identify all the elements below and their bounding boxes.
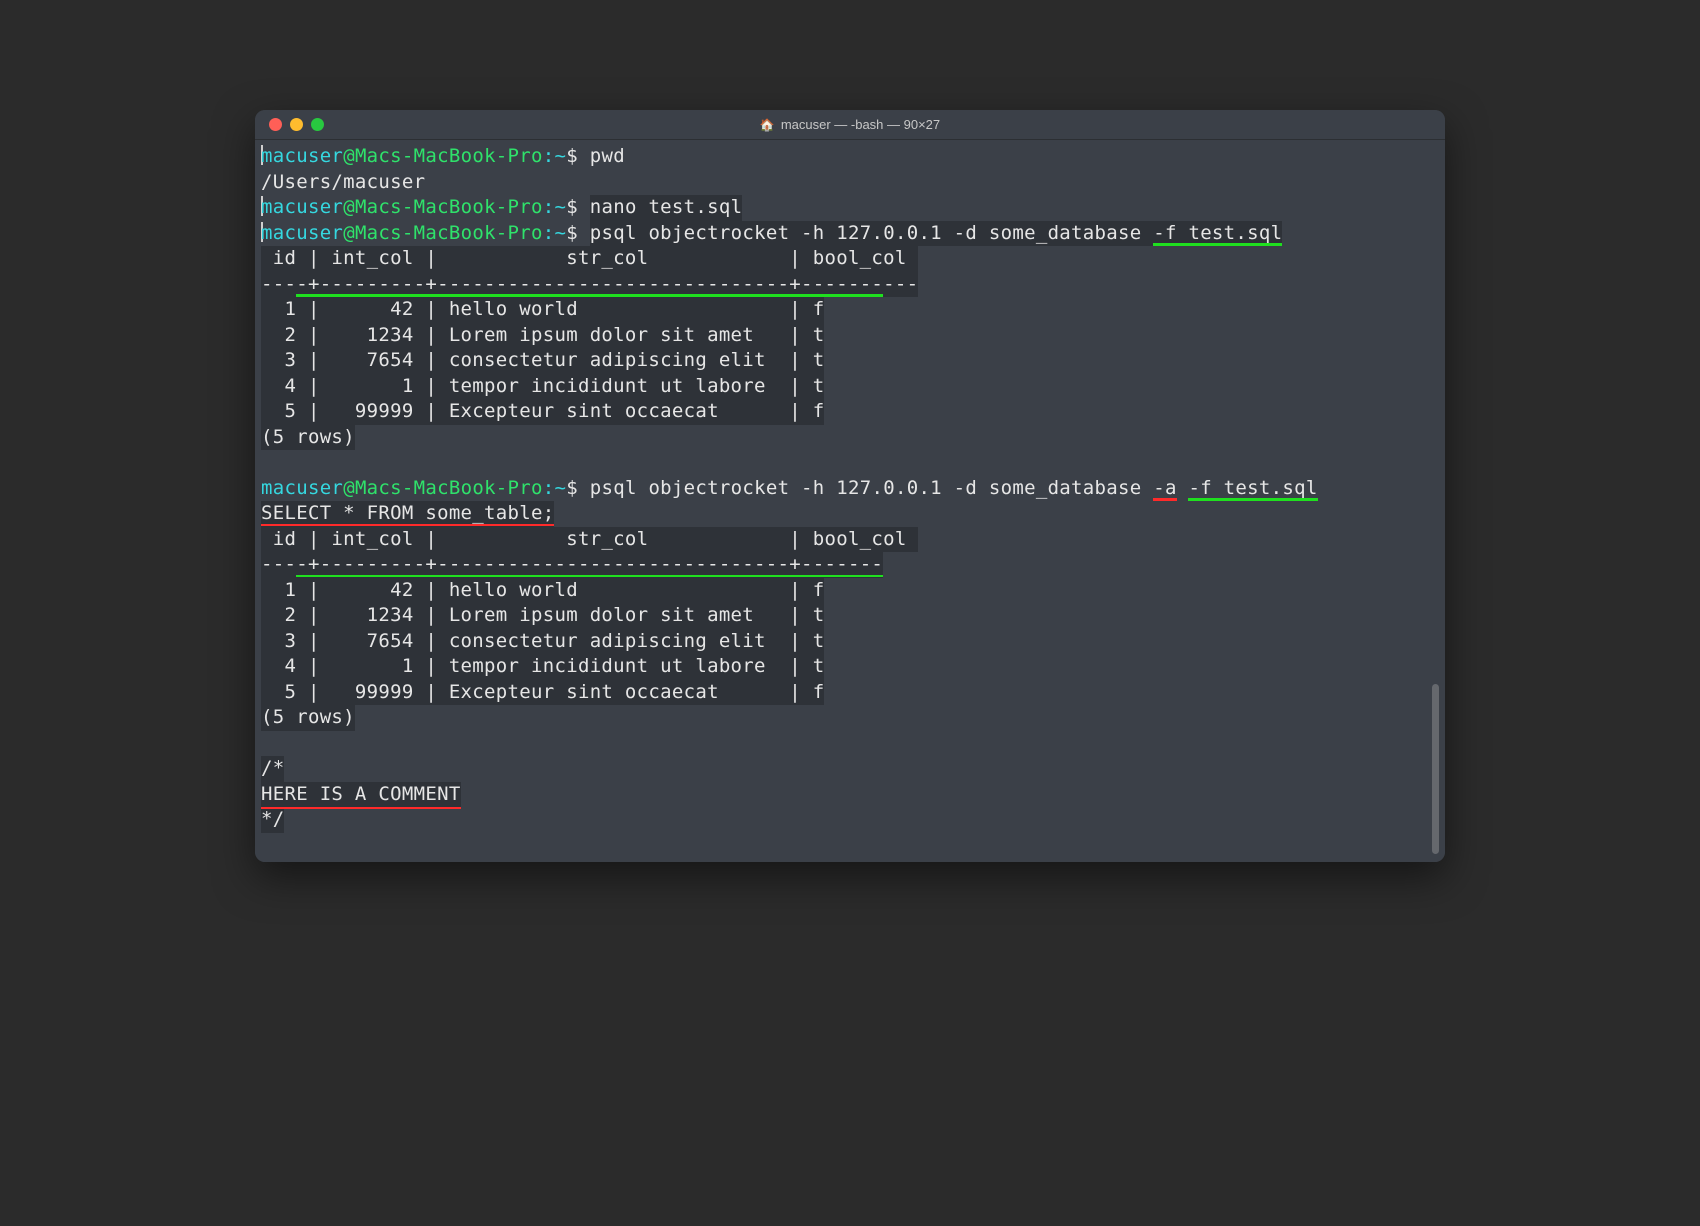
close-icon[interactable] [269,118,282,131]
prompt-user: macuser [261,222,343,244]
prompt-at: @ [343,477,355,499]
terminal-window: 🏠 macuser — -bash — 90×27 macuser@Macs-M… [255,110,1445,862]
psql2-pre: psql objectrocket -h 127.0.0.1 -d some_d… [590,477,1153,499]
table-row: 5 | 99999 | Excepteur sint occaecat | f [261,680,824,706]
cmd-psql2: psql objectrocket -h 127.0.0.1 -d some_d… [590,477,1318,499]
prompt-path: ~ [555,477,567,499]
pwd-output: /Users/macuser [261,171,425,193]
table-row: 3 | 7654 | consectetur adipiscing elit |… [261,629,824,655]
table-rule: ----+---------+-------------------------… [261,272,918,298]
select-stmt-text: SELECT * FROM some_table; [261,502,554,524]
prompt-dollar: $ [566,222,589,244]
rule-pre: --- [261,273,296,295]
zoom-icon[interactable] [311,118,324,131]
rule-mid: -+---------+----------------------------… [296,553,883,575]
prompt-dollar: $ [566,196,589,218]
psql1-flag-f: -f test.sql [1153,222,1282,244]
rows-footer: (5 rows) [261,425,355,451]
table-row: 2 | 1234 | Lorem ipsum dolor sit amet | … [261,323,824,349]
table-row: 4 | 1 | tempor incididunt ut labore | t [261,654,824,680]
prompt-user: macuser [261,196,343,218]
prompt-user: macuser [261,477,343,499]
minimize-icon[interactable] [290,118,303,131]
comment-close: */ [261,807,284,833]
home-icon: 🏠 [760,118,775,132]
terminal-body[interactable]: macuser@Macs-MacBook-Pro:~$ pwd /Users/m… [255,140,1445,862]
prompt-path: ~ [555,145,567,167]
table-row: 1 | 42 | hello world | f [261,297,824,323]
psql1-pre: psql objectrocket -h 127.0.0.1 -d some_d… [590,222,1153,244]
window-title-text: macuser — -bash — 90×27 [781,117,940,132]
prompt-path: ~ [555,196,567,218]
prompt-colon: : [543,145,555,167]
prompt-host: Macs-MacBook-Pro [355,196,543,218]
prompt-path: ~ [555,222,567,244]
titlebar[interactable]: 🏠 macuser — -bash — 90×27 [255,110,1445,140]
comment-body: HERE IS A COMMENT [261,782,461,808]
window-title: 🏠 macuser — -bash — 90×27 [255,117,1445,132]
psql2-flag-f: -f test.sql [1188,477,1317,499]
cmd-pwd: pwd [590,145,625,167]
table-row: 1 | 42 | hello world | f [261,578,824,604]
cmd-psql1: psql objectrocket -h 127.0.0.1 -d some_d… [590,221,1283,247]
prompt-host: Macs-MacBook-Pro [355,477,543,499]
table-header: id | int_col | str_col | bool_col [261,246,918,272]
comment-open: /* [261,756,284,782]
prompt-at: @ [343,222,355,244]
cmd-nano: nano test.sql [590,195,743,221]
table-row: 4 | 1 | tempor incididunt ut labore | t [261,374,824,400]
rule-pre: --- [261,553,296,575]
prompt-colon: : [543,477,555,499]
prompt-host: Macs-MacBook-Pro [355,222,543,244]
prompt-host: Macs-MacBook-Pro [355,145,543,167]
table-rule: ----+---------+-------------------------… [261,552,883,578]
psql2-space [1177,477,1189,499]
traffic-lights [255,118,324,131]
prompt-at: @ [343,196,355,218]
psql2-flag-a: -a [1153,477,1176,499]
prompt-dollar: $ [566,145,589,167]
table-header: id | int_col | str_col | bool_col [261,527,918,553]
rows-footer: (5 rows) [261,705,355,731]
prompt-at: @ [343,145,355,167]
scrollbar[interactable] [1428,175,1443,854]
prompt-dollar: $ [566,477,589,499]
prompt-colon: : [543,222,555,244]
prompt-colon: : [543,196,555,218]
table-row: 2 | 1234 | Lorem ipsum dolor sit amet | … [261,603,824,629]
prompt-user: macuser [261,145,343,167]
rule-mid: -+---------+----------------------------… [296,273,883,295]
table-row: 3 | 7654 | consectetur adipiscing elit |… [261,348,824,374]
scrollbar-thumb[interactable] [1432,684,1439,854]
select-stmt: SELECT * FROM some_table; [261,501,554,527]
rule-post: --- [883,273,918,295]
table-row: 5 | 99999 | Excepteur sint occaecat | f [261,399,824,425]
